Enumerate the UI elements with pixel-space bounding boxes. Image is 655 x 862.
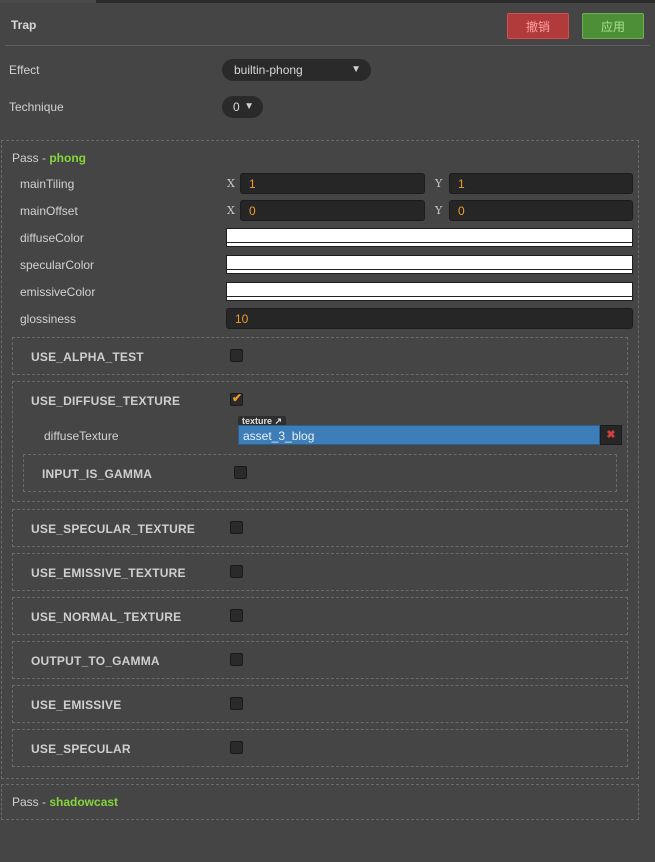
triangle-down-icon: ▼ xyxy=(244,101,254,112)
use-diffuse-texture-checkbox[interactable]: ✔ xyxy=(230,391,243,406)
define-label: USE_EMISSIVE_TEXTURE xyxy=(31,566,186,580)
revert-button[interactable]: 撤销 xyxy=(507,13,569,39)
use-specular-checkbox[interactable] xyxy=(230,741,243,754)
diffuse-color-swatch[interactable] xyxy=(226,228,633,247)
triangle-down-icon: ▼ xyxy=(351,64,361,75)
glossiness-input[interactable]: 10 xyxy=(226,308,633,329)
check-icon: ✔ xyxy=(232,391,243,405)
glossiness-label: glossiness xyxy=(20,312,77,326)
apply-button[interactable]: 应用 xyxy=(582,13,644,39)
axis-y-label: Y xyxy=(435,177,443,190)
pass-name: phong xyxy=(49,151,86,165)
pass-prefix: Pass - xyxy=(12,151,50,165)
use-alpha-test-checkbox[interactable] xyxy=(230,349,243,362)
specular-color-swatch[interactable] xyxy=(226,255,633,274)
main-tiling-y-input[interactable]: 1 xyxy=(449,173,633,194)
axis-x-label: X xyxy=(227,177,235,190)
diffuse-texture-asset-field[interactable]: asset_3_blog xyxy=(238,425,600,445)
technique-value: 0 xyxy=(233,100,240,114)
asset-title: Trap xyxy=(11,18,37,32)
main-tiling-label: mainTiling xyxy=(20,177,75,191)
define-label: USE_SPECULAR xyxy=(31,742,131,756)
technique-select[interactable]: 0 ▼ xyxy=(222,96,263,118)
define-label: INPUT_IS_GAMMA xyxy=(42,467,153,481)
define-label: USE_NORMAL_TEXTURE xyxy=(31,610,182,624)
diffuse-texture-label: diffuseTexture xyxy=(44,429,119,443)
pass-phong-title: Pass - phong xyxy=(12,151,86,165)
pass-shadowcast-title: Pass - shadowcast xyxy=(12,795,118,809)
main-offset-label: mainOffset xyxy=(20,204,78,218)
pass-prefix: Pass - xyxy=(12,795,50,809)
define-label: USE_EMISSIVE xyxy=(31,698,122,712)
main-offset-x-input[interactable]: 0 xyxy=(240,200,425,221)
main-offset-y-input[interactable]: 0 xyxy=(449,200,633,221)
technique-label: Technique xyxy=(9,100,64,114)
define-label: USE_DIFFUSE_TEXTURE xyxy=(31,394,181,408)
define-label: OUTPUT_TO_GAMMA xyxy=(31,654,160,668)
inspector-header: Trap 撤销 应用 xyxy=(0,3,655,45)
emissive-color-swatch[interactable] xyxy=(226,282,633,301)
use-emissive-checkbox[interactable] xyxy=(230,697,243,710)
effect-label: Effect xyxy=(9,63,40,77)
pass-name: shadowcast xyxy=(49,795,119,809)
header-divider xyxy=(5,45,650,46)
use-specular-texture-checkbox[interactable] xyxy=(230,521,243,534)
emissive-color-label: emissiveColor xyxy=(20,285,96,299)
axis-y-label: Y xyxy=(435,204,443,217)
x-icon[interactable]: ✖ xyxy=(600,425,622,445)
specular-color-label: specularColor xyxy=(20,258,95,272)
use-emissive-texture-checkbox[interactable] xyxy=(230,565,243,578)
effect-select[interactable]: builtin-phong ▼ xyxy=(222,59,371,81)
define-label: USE_SPECULAR_TEXTURE xyxy=(31,522,196,536)
use-normal-texture-checkbox[interactable] xyxy=(230,609,243,622)
input-is-gamma-checkbox[interactable] xyxy=(234,466,247,479)
define-label: USE_ALPHA_TEST xyxy=(31,350,144,364)
output-to-gamma-checkbox[interactable] xyxy=(230,653,243,666)
diffuse-color-label: diffuseColor xyxy=(20,231,84,245)
axis-x-label: X xyxy=(227,204,235,217)
main-tiling-x-input[interactable]: 1 xyxy=(240,173,425,194)
effect-value: builtin-phong xyxy=(234,63,303,77)
